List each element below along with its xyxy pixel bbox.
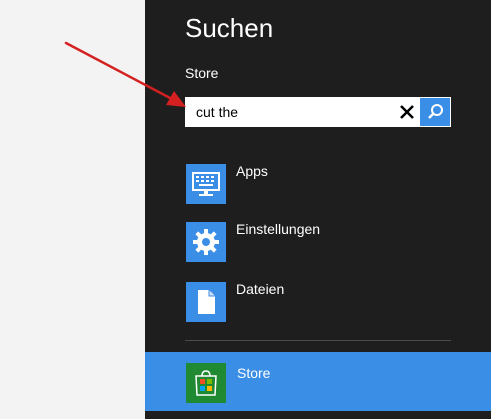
filter-settings[interactable]: Einstellungen <box>185 220 445 264</box>
filter-files-label: Dateien <box>236 281 285 297</box>
store-result-label: Store <box>237 365 271 381</box>
search-input[interactable]: cut the <box>196 98 238 126</box>
bottom-strip <box>145 411 491 419</box>
filter-settings-label: Einstellungen <box>236 221 321 237</box>
app-result-store[interactable]: Store <box>145 352 491 419</box>
document-icon <box>198 290 215 314</box>
clear-search-button[interactable] <box>393 99 421 125</box>
search-submit-button[interactable] <box>420 98 450 126</box>
filter-apps[interactable]: Apps <box>185 162 445 206</box>
store-bag-icon <box>195 370 217 396</box>
gear-icon <box>193 229 219 255</box>
apps-tile <box>186 164 226 204</box>
search-icon <box>428 104 443 119</box>
search-box[interactable]: cut the <box>185 97 451 127</box>
background-app-area <box>0 0 145 419</box>
files-tile <box>186 282 226 322</box>
charm-title: Suchen <box>185 13 274 43</box>
filter-files[interactable]: Dateien <box>185 280 445 324</box>
keyboard-screen-icon <box>192 172 220 196</box>
search-charm-pane: Suchen Store cut the Apps Einstellungen … <box>145 0 491 419</box>
close-icon <box>400 105 414 119</box>
results-divider <box>185 340 451 341</box>
search-scope-label: Store <box>185 65 219 81</box>
filter-apps-label: Apps <box>236 163 268 179</box>
settings-tile <box>186 222 226 262</box>
store-tile <box>186 363 226 403</box>
